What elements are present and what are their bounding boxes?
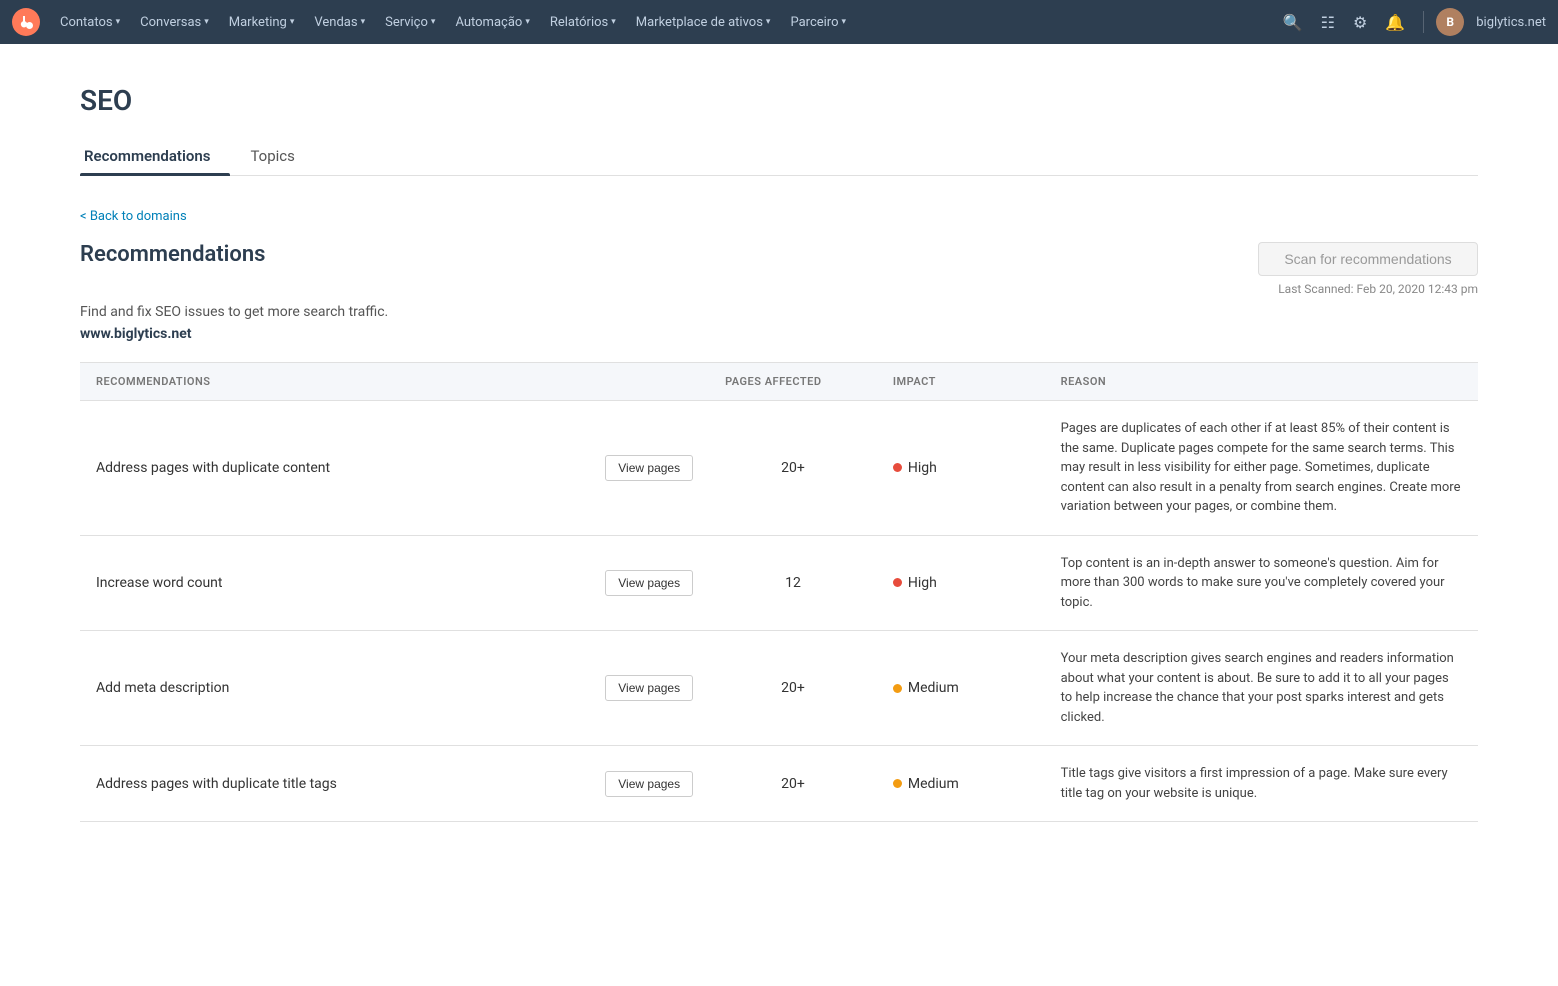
reason-cell-1: Pages are duplicates of each other if at… [1045, 401, 1478, 536]
impact-cell-4: Medium [877, 746, 1045, 822]
chevron-down-icon: ▾ [290, 17, 295, 27]
reason-cell-2: Top content is an in-depth answer to som… [1045, 535, 1478, 631]
table-row: Address pages with duplicate content Vie… [80, 401, 1478, 536]
last-scanned-text: Last Scanned: Feb 20, 2020 12:43 pm [1258, 282, 1478, 296]
nav-relatorios[interactable]: Relatórios ▾ [542, 11, 624, 34]
section-title: Recommendations [80, 242, 265, 267]
user-avatar[interactable]: B [1436, 8, 1464, 36]
view-pages-button-1[interactable]: View pages [605, 455, 693, 481]
table-row: Increase word count View pages 12 High T… [80, 535, 1478, 631]
impact-cell-2: High [877, 535, 1045, 631]
tab-recommendations[interactable]: Recommendations [80, 137, 230, 175]
nav-marketing[interactable]: Marketing ▾ [221, 11, 303, 34]
col-header-pages-affected: PAGES AFFECTED [709, 363, 877, 401]
impact-dot-medium-icon [893, 684, 902, 693]
reason-cell-3: Your meta description gives search engin… [1045, 631, 1478, 746]
impact-label-3: Medium [908, 680, 959, 696]
chevron-down-icon: ▾ [525, 17, 530, 27]
chevron-down-icon: ▾ [431, 17, 436, 27]
chevron-down-icon: ▾ [611, 17, 616, 27]
nav-vendas[interactable]: Vendas ▾ [306, 11, 373, 34]
impact-label-2: High [908, 575, 937, 591]
nav-marketplace[interactable]: Marketplace de ativos ▾ [628, 11, 779, 34]
topnav: Contatos ▾ Conversas ▾ Marketing ▾ Venda… [0, 0, 1558, 44]
impact-cell-1: High [877, 401, 1045, 536]
rec-label-4: Address pages with duplicate title tags [96, 776, 593, 792]
col-header-recommendations: RECOMMENDATIONS [80, 363, 709, 401]
hubspot-logo[interactable] [12, 8, 40, 36]
chevron-down-icon: ▾ [766, 17, 771, 27]
nav-conversas[interactable]: Conversas ▾ [132, 11, 217, 34]
impact-dot-high-icon [893, 578, 902, 587]
pages-affected-3: 20+ [709, 631, 877, 746]
page-title: SEO [80, 84, 1478, 117]
view-pages-button-2[interactable]: View pages [605, 570, 693, 596]
reason-text-4: Title tags give visitors a first impress… [1061, 766, 1448, 801]
col-header-impact: IMPACT [877, 363, 1045, 401]
recommendations-table: RECOMMENDATIONS PAGES AFFECTED IMPACT RE… [80, 362, 1478, 822]
impact-cell-3: Medium [877, 631, 1045, 746]
chevron-down-icon: ▾ [116, 17, 121, 27]
chevron-down-icon: ▾ [842, 17, 847, 27]
search-icon[interactable]: 🔍 [1277, 9, 1309, 36]
col-header-reason: REASON [1045, 363, 1478, 401]
pages-affected-4: 20+ [709, 746, 877, 822]
user-domain[interactable]: biglytics.net [1476, 15, 1546, 30]
section-header-left: Recommendations [80, 242, 265, 267]
scan-recommendations-button[interactable]: Scan for recommendations [1258, 242, 1478, 276]
impact-label-4: Medium [908, 776, 959, 792]
nav-contatos[interactable]: Contatos ▾ [52, 11, 128, 34]
rec-cell-2: Increase word count View pages [80, 535, 709, 631]
section-header-row: Recommendations Scan for recommendations… [80, 242, 1478, 296]
rec-cell-4: Address pages with duplicate title tags … [80, 746, 709, 822]
reason-cell-4: Title tags give visitors a first impress… [1045, 746, 1478, 822]
domain-name: www.biglytics.net [80, 326, 1478, 342]
nav-automacao[interactable]: Automação ▾ [447, 11, 537, 34]
reason-text-1: Pages are duplicates of each other if at… [1061, 421, 1461, 514]
view-pages-button-4[interactable]: View pages [605, 771, 693, 797]
table-row: Address pages with duplicate title tags … [80, 746, 1478, 822]
nav-parceiro[interactable]: Parceiro ▾ [782, 11, 854, 34]
tab-topics[interactable]: Topics [246, 137, 314, 175]
topnav-icons: 🔍 ☷ ⚙ 🔔 B biglytics.net [1277, 8, 1546, 36]
table-row: Add meta description View pages 20+ Medi… [80, 631, 1478, 746]
pages-affected-1: 20+ [709, 401, 877, 536]
impact-dot-medium-icon [893, 779, 902, 788]
tabs: Recommendations Topics [80, 137, 1478, 176]
reason-text-3: Your meta description gives search engin… [1061, 651, 1454, 725]
settings-icon[interactable]: ⚙ [1347, 9, 1373, 36]
divider [1423, 11, 1424, 33]
back-to-domains-link[interactable]: < Back to domains [80, 209, 187, 224]
table-body: Address pages with duplicate content Vie… [80, 401, 1478, 822]
impact-label-1: High [908, 460, 937, 476]
nav-servico[interactable]: Serviço ▾ [377, 11, 443, 34]
apps-icon[interactable]: ☷ [1315, 9, 1341, 36]
view-pages-button-3[interactable]: View pages [605, 675, 693, 701]
rec-label-3: Add meta description [96, 680, 593, 696]
page-content: SEO Recommendations Topics < Back to dom… [0, 44, 1558, 862]
table-header: RECOMMENDATIONS PAGES AFFECTED IMPACT RE… [80, 363, 1478, 401]
chevron-down-icon: ▾ [361, 17, 366, 27]
rec-label-1: Address pages with duplicate content [96, 460, 593, 476]
rec-cell-1: Address pages with duplicate content Vie… [80, 401, 709, 536]
rec-cell-3: Add meta description View pages [80, 631, 709, 746]
pages-affected-2: 12 [709, 535, 877, 631]
section-description: Find and fix SEO issues to get more sear… [80, 304, 1478, 320]
notifications-icon[interactable]: 🔔 [1379, 9, 1411, 36]
scan-area: Scan for recommendations Last Scanned: F… [1258, 242, 1478, 296]
rec-label-2: Increase word count [96, 575, 593, 591]
reason-text-2: Top content is an in-depth answer to som… [1061, 556, 1445, 610]
impact-dot-high-icon [893, 463, 902, 472]
chevron-down-icon: ▾ [204, 17, 209, 27]
